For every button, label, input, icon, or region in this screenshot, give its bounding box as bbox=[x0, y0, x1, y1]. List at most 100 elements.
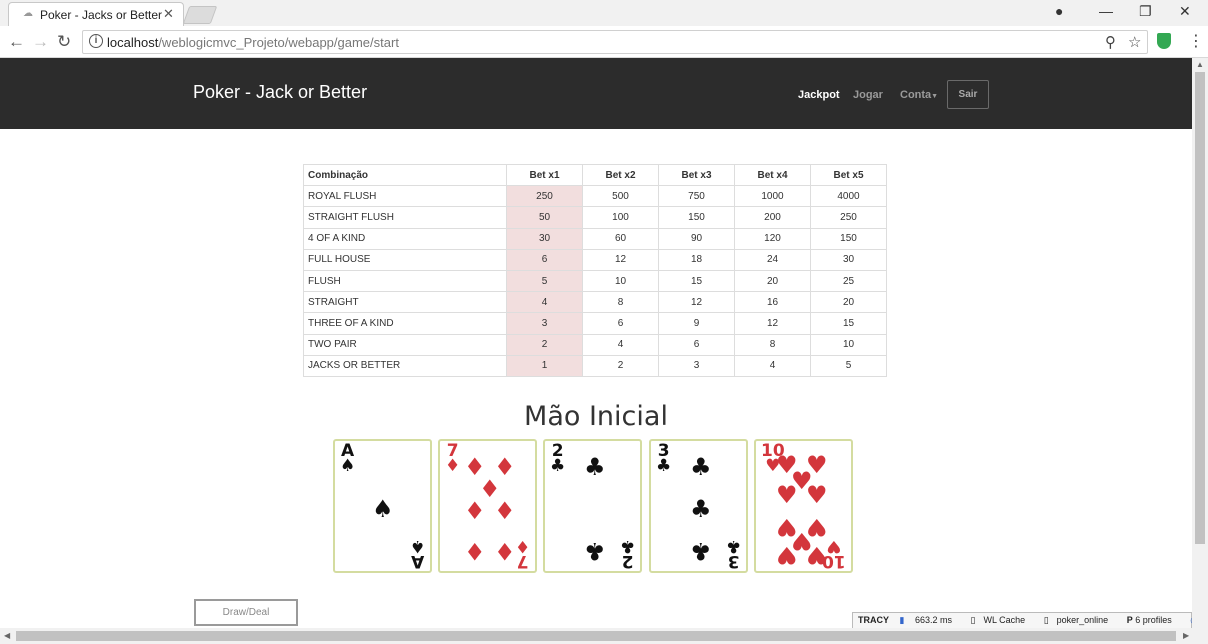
vertical-scroll-thumb[interactable] bbox=[1195, 72, 1205, 544]
logout-button[interactable]: Sair bbox=[947, 80, 989, 109]
paytable-row: TWO PAIR 2 4 6 8 10 bbox=[303, 333, 887, 356]
hand-name-cell: 4 OF A KIND bbox=[303, 227, 507, 250]
browser-tab-strip: ☁ Poker - Jacks or Better ✕ ● — ❐ ✕ bbox=[0, 0, 1208, 26]
reload-icon[interactable]: ↻ bbox=[57, 32, 71, 52]
payout-cell: 150 bbox=[810, 227, 887, 250]
nav-jackpot[interactable]: Jackpot bbox=[798, 89, 840, 101]
card-pip-icon: ♠ bbox=[372, 495, 394, 523]
hand-name-cell: THREE OF A KIND bbox=[303, 312, 507, 335]
payout-cell: 4 bbox=[582, 333, 659, 356]
playing-card[interactable]: 10 ♥ 10 ♥ ♥ ♥ ♥ ♥ ♥ ♥ ♥ ♥ ♥ ♥ bbox=[754, 439, 853, 573]
draw-deal-button[interactable]: Draw/Deal bbox=[194, 599, 298, 626]
hand-name-cell: STRAIGHT bbox=[303, 291, 507, 314]
hand-name-cell: STRAIGHT FLUSH bbox=[303, 206, 507, 229]
restore-icon[interactable]: ❐ bbox=[1139, 3, 1152, 20]
hand-name-cell: FULL HOUSE bbox=[303, 248, 507, 271]
tracy-time-panel[interactable]: ▮ 663.2 ms bbox=[900, 615, 961, 625]
bookmark-star-icon[interactable]: ☆ bbox=[1128, 33, 1141, 51]
card-suit-icon: ♣ bbox=[656, 456, 672, 476]
payout-cell: 250 bbox=[810, 206, 887, 229]
playing-card[interactable]: 3 ♣ 3 ♣ ♣ ♣ ♣ bbox=[649, 439, 748, 573]
paytable-header-row: Combinação Bet x1 Bet x2 Bet x3 Bet x4 B… bbox=[303, 163, 887, 187]
address-bar[interactable]: i localhost/weblogicmvc_Projeto/webapp/g… bbox=[82, 30, 1148, 54]
tracy-debug-bar: TRACY ▮ 663.2 ms ▯ WL Cache ▯ poker_online… bbox=[852, 612, 1198, 629]
url-text[interactable]: localhost/weblogicmvc_Projeto/webapp/gam… bbox=[107, 35, 399, 50]
horizontal-scrollbar[interactable]: ◀ ▶ bbox=[0, 628, 1208, 644]
paytable-header: Bet x1 bbox=[506, 163, 583, 187]
card-suit-icon: ♦ bbox=[445, 456, 461, 476]
tracy-db: poker_online bbox=[1056, 615, 1109, 625]
horizontal-scroll-thumb[interactable] bbox=[16, 631, 1176, 641]
hand-name-cell: JACKS OR BETTER bbox=[303, 354, 507, 377]
browser-tab[interactable]: ☁ Poker - Jacks or Better ✕ bbox=[8, 2, 184, 26]
scroll-left-icon[interactable]: ◀ bbox=[4, 631, 10, 640]
payout-cell: 5 bbox=[506, 269, 583, 293]
payout-cell: 12 bbox=[734, 312, 811, 335]
zoom-icon[interactable]: ⚲ bbox=[1105, 33, 1116, 51]
card-corner-index: 3 ♣ bbox=[725, 536, 741, 571]
nav-conta-label: Conta bbox=[900, 89, 932, 101]
payout-cell: 8 bbox=[734, 333, 811, 356]
nav-conta[interactable]: Conta▼ bbox=[900, 89, 938, 101]
payout-cell: 6 bbox=[506, 248, 583, 271]
file-icon: ▯ bbox=[1043, 615, 1049, 625]
nav-jogar[interactable]: Jogar bbox=[853, 89, 883, 101]
card-pip-icon: ♣ bbox=[690, 453, 712, 481]
site-brand[interactable]: Poker - Jack or Better bbox=[193, 82, 367, 103]
payout-cell: 1 bbox=[506, 354, 583, 377]
paytable-row: STRAIGHT 4 8 12 16 20 bbox=[303, 291, 887, 314]
payout-cell: 10 bbox=[582, 269, 659, 293]
tracy-cache-panel[interactable]: ▯ WL Cache bbox=[971, 615, 1034, 625]
paytable-row: FULL HOUSE 6 12 18 24 30 bbox=[303, 248, 887, 271]
minimize-icon[interactable]: — bbox=[1099, 3, 1113, 19]
site-navbar: Poker - Jack or Better Jackpot Jogar Con… bbox=[0, 58, 1192, 129]
tracy-profiles-panel[interactable]: P 6 profiles bbox=[1127, 615, 1180, 625]
payout-cell: 2 bbox=[582, 354, 659, 377]
payout-cell: 20 bbox=[734, 269, 811, 293]
card-suit-icon: ♣ bbox=[725, 536, 741, 556]
payout-cell: 12 bbox=[582, 248, 659, 271]
browser-menu-icon[interactable]: ⋮ bbox=[1188, 31, 1204, 51]
payout-cell: 1000 bbox=[734, 185, 811, 208]
card-pip-icon: ♦ bbox=[464, 497, 486, 525]
payout-cell: 4 bbox=[506, 291, 583, 314]
card-suit-icon: ♠ bbox=[409, 536, 425, 556]
payout-cell: 120 bbox=[734, 227, 811, 250]
back-arrow-icon[interactable]: ← bbox=[8, 32, 25, 52]
payout-cell: 200 bbox=[734, 206, 811, 229]
card-corner-index: A ♠ bbox=[409, 536, 425, 571]
paytable-row: JACKS OR BETTER 1 2 3 4 5 bbox=[303, 354, 887, 377]
new-tab-button[interactable] bbox=[182, 6, 218, 24]
card-pip-icon: ♥ bbox=[776, 481, 798, 509]
tracy-logo[interactable]: TRACY bbox=[858, 615, 889, 625]
scroll-right-icon[interactable]: ▶ bbox=[1183, 631, 1189, 640]
playing-card[interactable]: 7 ♦ 7 ♦ ♦ ♦ ♦ ♦ ♦ ♦ ♦ bbox=[438, 439, 537, 573]
scroll-up-icon[interactable]: ▲ bbox=[1196, 60, 1204, 69]
card-suit-icon: ♦ bbox=[514, 536, 530, 556]
tracy-db-panel[interactable]: ▯ poker_online bbox=[1044, 615, 1117, 625]
payout-cell: 25 bbox=[810, 269, 887, 293]
playing-card[interactable]: 2 ♣ 2 ♣ ♣ ♣ bbox=[543, 439, 642, 573]
page-favicon-icon: ☁ bbox=[23, 8, 33, 19]
close-tab-icon[interactable]: ✕ bbox=[163, 6, 174, 22]
site-info-icon[interactable]: i bbox=[89, 34, 103, 48]
payout-cell: 20 bbox=[810, 291, 887, 314]
hand-name-cell: TWO PAIR bbox=[303, 333, 507, 356]
address-toolbar: ← → ↻ i localhost/weblogicmvc_Projeto/we… bbox=[0, 26, 1208, 58]
payout-cell: 9 bbox=[658, 312, 735, 335]
payout-cell: 5 bbox=[810, 354, 887, 377]
extension-shield-icon[interactable] bbox=[1157, 33, 1171, 49]
payout-cell: 2 bbox=[506, 333, 583, 356]
paytable: Combinação Bet x1 Bet x2 Bet x3 Bet x4 B… bbox=[303, 163, 887, 377]
payout-cell: 15 bbox=[658, 269, 735, 293]
close-window-icon[interactable]: ✕ bbox=[1179, 3, 1191, 20]
forward-arrow-icon[interactable]: → bbox=[32, 32, 49, 52]
hand-name-cell: ROYAL FLUSH bbox=[303, 185, 507, 208]
card-pip-icon: ♣ bbox=[690, 495, 712, 523]
payout-cell: 750 bbox=[658, 185, 735, 208]
tracy-profiles: 6 profiles bbox=[1135, 615, 1172, 625]
vertical-scrollbar[interactable]: ▲ bbox=[1192, 58, 1208, 628]
playing-card[interactable]: A ♠ A ♠ ♠ bbox=[333, 439, 432, 573]
profile-icon[interactable]: ● bbox=[1055, 3, 1063, 19]
card-pip-icon: ♣ bbox=[690, 537, 712, 565]
